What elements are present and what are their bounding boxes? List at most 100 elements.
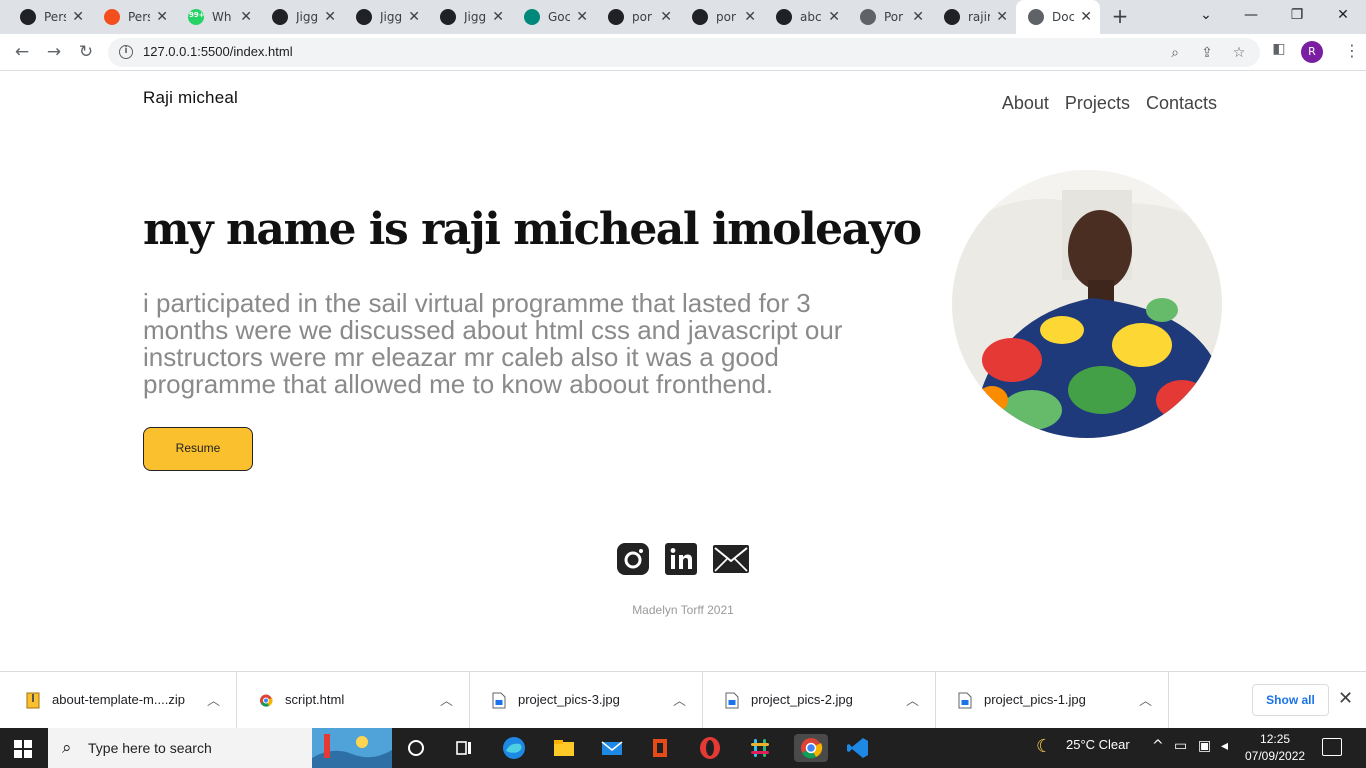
chevron-up-icon[interactable]: ︿: [1139, 690, 1152, 709]
browser-tab[interactable]: rajir ✕: [932, 0, 1016, 34]
close-tab-icon[interactable]: ✕: [240, 9, 252, 25]
brand-logo[interactable]: Raji micheal: [143, 88, 238, 108]
windows-start-icon[interactable]: [14, 740, 32, 758]
download-item[interactable]: project_pics-1.jpg ︿: [936, 672, 1169, 729]
tab-search-button[interactable]: ⌄: [1183, 0, 1229, 34]
taskbar-search[interactable]: ⌕ Type here to search: [48, 728, 392, 768]
tab-title: Goc: [548, 10, 570, 24]
browser-tab[interactable]: Pers ✕: [92, 0, 176, 34]
hero-description: i participated in the sail virtual progr…: [143, 288, 843, 399]
show-all-button[interactable]: Show all: [1252, 684, 1329, 716]
edge-icon[interactable]: [500, 734, 528, 762]
close-tab-icon[interactable]: ✕: [744, 9, 756, 25]
clock[interactable]: 12:25 07/09/2022: [1245, 731, 1305, 765]
share-icon[interactable]: ⇪: [1198, 44, 1216, 62]
network-icon[interactable]: ▭: [1174, 738, 1187, 754]
nav-about[interactable]: About: [1002, 93, 1049, 114]
restore-button[interactable]: ❐: [1274, 0, 1320, 34]
browser-tab[interactable]: Jigg ✕: [428, 0, 512, 34]
github-icon: [776, 9, 792, 25]
downloads-bar: about-template-m....zip ︿ script.html ︿ proj…: [0, 671, 1366, 729]
github-icon: [608, 9, 624, 25]
close-tab-icon[interactable]: ✕: [660, 9, 672, 25]
browser-toolbar: ← → ↻ i 127.0.0.1:5500/index.html ⌕ ⇪ ☆ …: [0, 34, 1366, 71]
cortana-icon[interactable]: [402, 734, 430, 762]
close-tab-icon[interactable]: ✕: [996, 9, 1008, 25]
volume-icon[interactable]: ◂: [1221, 738, 1228, 754]
browser-tab[interactable]: Goc ✕: [512, 0, 596, 34]
slack-icon[interactable]: [746, 734, 774, 762]
browser-tab[interactable]: Jigg ✕: [260, 0, 344, 34]
mail-icon[interactable]: [598, 734, 626, 762]
instagram-icon[interactable]: [616, 542, 650, 576]
office-icon[interactable]: [646, 734, 674, 762]
hero-title: my name is raji micheal imoleayo: [143, 204, 922, 255]
close-tab-icon[interactable]: ✕: [408, 9, 420, 25]
nav-contacts[interactable]: Contacts: [1146, 93, 1217, 114]
site-info-icon[interactable]: i: [119, 45, 133, 59]
camera-icon[interactable]: ▣: [1198, 738, 1211, 754]
resume-button[interactable]: Resume: [143, 427, 253, 471]
minimize-button[interactable]: —: [1228, 0, 1274, 34]
email-icon[interactable]: [712, 544, 750, 574]
browser-tab[interactable]: Por ✕: [848, 0, 932, 34]
chevron-up-icon[interactable]: ︿: [207, 690, 220, 709]
close-tab-icon[interactable]: ✕: [1080, 9, 1092, 25]
nav-projects[interactable]: Projects: [1065, 93, 1130, 114]
chevron-up-icon[interactable]: ︿: [440, 690, 453, 709]
close-tab-icon[interactable]: ✕: [72, 9, 84, 25]
new-tab-button[interactable]: +: [1108, 4, 1132, 28]
meet-icon: [524, 9, 540, 25]
browser-tab[interactable]: por ✕: [596, 0, 680, 34]
close-tab-icon[interactable]: ✕: [576, 9, 588, 25]
linkedin-icon[interactable]: [664, 542, 698, 576]
vscode-icon[interactable]: [844, 734, 872, 762]
download-item[interactable]: script.html ︿: [237, 672, 470, 729]
moon-icon: ☾: [1036, 736, 1053, 757]
task-view-icon[interactable]: [450, 734, 478, 762]
tab-title: Wh: [212, 10, 232, 24]
close-tab-icon[interactable]: ✕: [912, 9, 924, 25]
reload-button[interactable]: ↻: [74, 40, 98, 64]
chevron-up-icon[interactable]: ︿: [673, 690, 686, 709]
notification-icon[interactable]: [1322, 738, 1342, 756]
close-tab-icon[interactable]: ✕: [828, 9, 840, 25]
tab-title: abc: [800, 10, 822, 24]
chevron-up-icon[interactable]: ︿: [906, 690, 919, 709]
bookmark-star-icon[interactable]: ☆: [1230, 44, 1248, 62]
close-downloads-icon[interactable]: ✕: [1338, 688, 1353, 709]
close-window-button[interactable]: ✕: [1320, 0, 1366, 34]
file-explorer-icon[interactable]: [550, 734, 578, 762]
browser-tab[interactable]: Pers ✕: [8, 0, 92, 34]
download-item[interactable]: project_pics-3.jpg ︿: [470, 672, 703, 729]
back-button[interactable]: ←: [10, 40, 34, 64]
browser-tab[interactable]: abc ✕: [764, 0, 848, 34]
side-panel-icon[interactable]: ◧: [1270, 40, 1288, 58]
forward-button[interactable]: →: [42, 40, 66, 64]
browser-tab[interactable]: Wh 99+ ✕: [176, 0, 260, 34]
tray-chevron-icon[interactable]: ^: [1152, 738, 1164, 754]
close-tab-icon[interactable]: ✕: [492, 9, 504, 25]
tab-title: rajir: [968, 10, 990, 24]
zoom-icon[interactable]: ⌕: [1166, 44, 1184, 62]
weather-text[interactable]: 25°C Clear: [1066, 737, 1130, 752]
close-tab-icon[interactable]: ✕: [156, 9, 168, 25]
profile-avatar[interactable]: R: [1301, 41, 1323, 63]
browser-tab[interactable]: Jigg ✕: [344, 0, 428, 34]
download-filename: project_pics-2.jpg: [751, 692, 853, 707]
opera-icon[interactable]: [696, 734, 724, 762]
browser-tab[interactable]: Doc ✕: [1016, 0, 1100, 34]
download-item[interactable]: about-template-m....zip ︿: [4, 672, 237, 729]
download-filename: script.html: [285, 692, 345, 707]
chrome-icon[interactable]: [794, 734, 828, 762]
menu-kebab-icon[interactable]: ⋮: [1344, 40, 1360, 64]
address-bar[interactable]: i 127.0.0.1:5500/index.html ⌕ ⇪ ☆: [108, 38, 1260, 67]
tab-title: por: [632, 10, 652, 24]
close-tab-icon[interactable]: ✕: [324, 9, 336, 25]
browser-tab[interactable]: por ✕: [680, 0, 764, 34]
search-placeholder[interactable]: Type here to search: [88, 740, 212, 756]
globe-icon: [860, 9, 876, 25]
main-nav: About Projects Contacts: [1002, 93, 1217, 114]
url-text[interactable]: 127.0.0.1:5500/index.html: [143, 44, 293, 59]
download-item[interactable]: project_pics-2.jpg ︿: [703, 672, 936, 729]
